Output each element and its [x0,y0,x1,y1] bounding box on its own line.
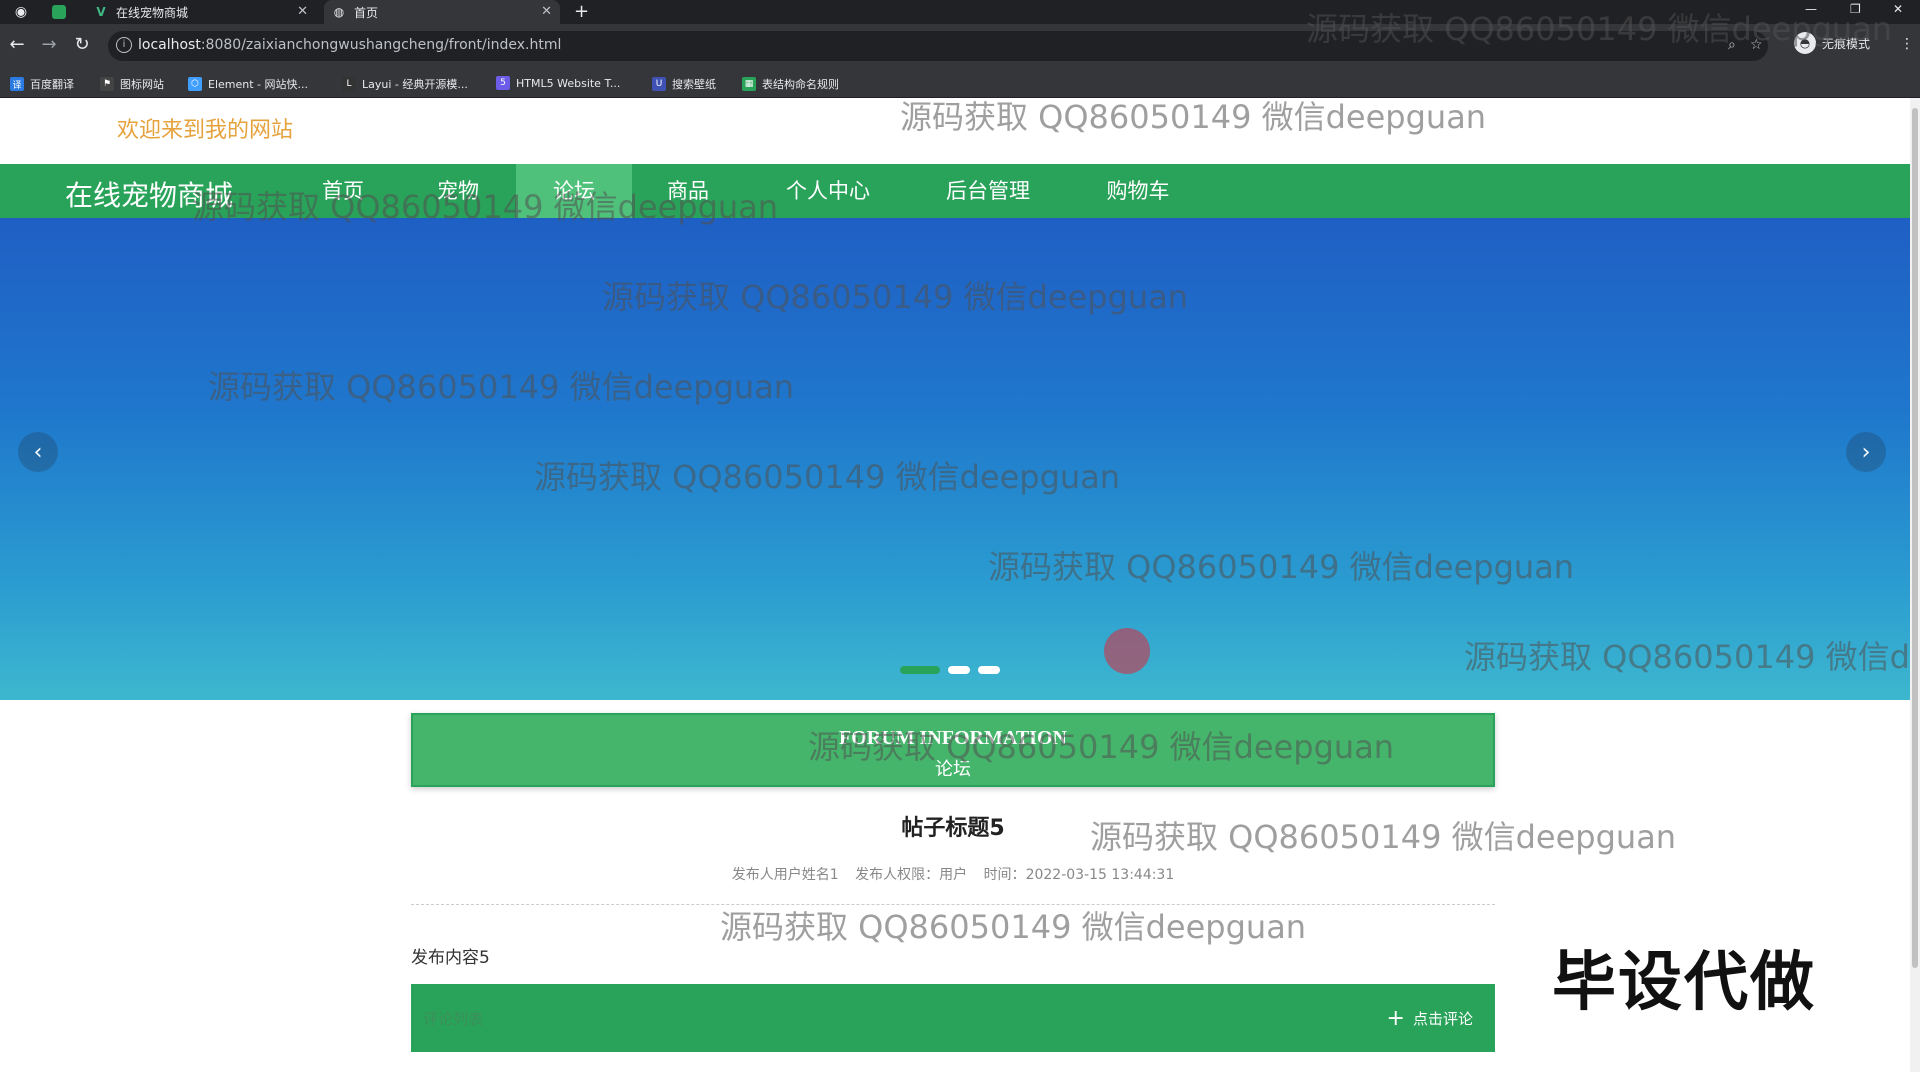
post-meta: 发布人用户姓名1 发布人权限：用户 时间：2022-03-15 13:44:31 [411,864,1495,884]
incognito-indicator[interactable]: ◓ 无痕模式 [1794,32,1870,54]
bookmark-item[interactable]: 5 HTML5 Website T... [496,76,620,90]
post-content: 发布内容5 [411,948,490,968]
flag-icon: ⚑ [100,77,114,91]
html5-icon: 5 [496,76,510,90]
globe-icon: ◍ [333,5,345,19]
tab-title: 首页 [354,5,379,20]
url-text[interactable]: localhost:8080/zaixianchongwushangcheng/… [138,37,561,53]
nav-products[interactable]: 商品 [645,164,731,218]
carousel-dot[interactable] [978,666,1000,674]
welcome-text: 欢迎来到我的网站 [117,118,294,143]
plus-icon: + [1386,1005,1405,1031]
tab-home[interactable]: ◍ 首页 ✕ [324,0,560,24]
nav-admin[interactable]: 后台管理 [928,164,1048,218]
scrollbar-thumb[interactable] [1912,108,1918,968]
browser-toolbar: ← → ↻ i localhost:8080/zaixianchongwusha… [0,24,1920,68]
post-role: 发布人权限：用户 [855,867,968,883]
add-comment-button[interactable]: + 点击评论 [1377,1002,1483,1034]
close-tab-icon[interactable]: ✕ [541,4,552,19]
reload-icon[interactable]: ↻ [71,33,93,55]
table-icon: ▦ [742,77,756,91]
browser-tab-strip: ◉ V 在线宠物商城 ✕ ◍ 首页 ✕ + — ❐ ✕ [0,0,1920,24]
comment-list-label: 评论列表 [423,1010,484,1028]
nav-pets[interactable]: 宠物 [415,164,501,218]
site-brand[interactable]: 在线宠物商城 [65,174,233,214]
new-tab-button[interactable]: + [574,1,589,22]
more-menu-icon[interactable]: ⋮ [1900,36,1914,52]
bookmark-item[interactable]: U 搜索壁纸 [652,76,716,92]
post-title: 帖子标题5 [901,816,1005,841]
post-author: 发布人用户姓名1 [731,867,839,883]
bookmark-item[interactable]: ▦ 表结构命名规则 [742,76,839,92]
tab-pet-store[interactable]: V 在线宠物商城 ✕ [86,0,316,24]
bookmark-star-icon[interactable]: ☆ [1750,37,1763,53]
carousel-next-icon[interactable]: › [1846,432,1886,472]
nav-personal-center[interactable]: 个人中心 [768,164,888,218]
carousel-indicators [900,666,1000,674]
minimize-icon[interactable]: — [1805,2,1817,16]
bookmark-item[interactable]: 译百度翻译 [10,76,74,92]
close-tab-icon[interactable]: ✕ [297,4,308,19]
main-nav: 在线宠物商城 首页 宠物 论坛 商品 个人中心 后台管理 购物车 [0,164,1910,218]
section-header: FORUM INFORMATION 论坛 [411,713,1495,787]
add-comment-label: 点击评论 [1412,1009,1473,1028]
bookmark-item[interactable]: L Layui - 经典开源模... [342,76,468,92]
translate-icon: 译 [10,77,24,91]
browser-menu-icon[interactable]: ◉ [12,3,30,21]
bookmark-item[interactable]: ⬡ Element - 网站快... [188,76,308,92]
incognito-label: 无痕模式 [1822,36,1871,51]
carousel-banner[interactable]: ‹ › [0,218,1910,700]
section-title-en: FORUM INFORMATION [839,727,1067,749]
restore-icon[interactable]: ❐ [1850,2,1861,16]
element-logo-icon: ⬡ [188,77,202,91]
address-bar[interactable]: i localhost:8080/zaixianchongwushangchen… [108,31,1768,61]
carousel-prev-icon[interactable]: ‹ [18,432,58,472]
forward-icon[interactable]: → [38,33,60,55]
carousel-dot[interactable] [948,666,970,674]
divider [411,904,1495,905]
close-window-icon[interactable]: ✕ [1893,2,1903,16]
back-icon[interactable]: ← [6,33,28,55]
page-viewport: 欢迎来到我的网站 在线宠物商城 首页 宠物 论坛 商品 个人中心 后台管理 购物… [0,98,1910,1072]
site-info-icon[interactable]: i [116,37,132,53]
carousel-dot[interactable] [900,666,940,674]
pinned-tab-icon[interactable] [52,5,66,19]
nav-forum[interactable]: 论坛 [516,164,632,218]
incognito-icon: ◓ [1794,32,1816,54]
wallpaper-icon: U [652,77,666,91]
promo-stamp: 毕设代做 [1552,946,1816,1020]
page-scrollbar[interactable] [1910,98,1920,1072]
tab-title: 在线宠物商城 [116,5,189,20]
zoom-icon[interactable]: ⌕ [1728,37,1736,53]
bookmarks-bar: 译百度翻译 ⚑ 图标网站 ⬡ Element - 网站快... L Layui - 经… [0,68,1920,98]
mouse-cursor-highlight [1104,628,1150,674]
section-title-cn: 论坛 [935,759,971,780]
layui-logo-icon: L [342,77,356,91]
comment-list-bar: 评论列表 + 点击评论 [411,984,1495,1052]
nav-cart[interactable]: 购物车 [1090,164,1186,218]
vue-logo-icon: V [96,5,106,19]
bookmark-item[interactable]: ⚑ 图标网站 [100,76,164,92]
nav-home[interactable]: 首页 [300,164,386,218]
post-time: 时间：2022-03-15 13:44:31 [983,867,1175,883]
